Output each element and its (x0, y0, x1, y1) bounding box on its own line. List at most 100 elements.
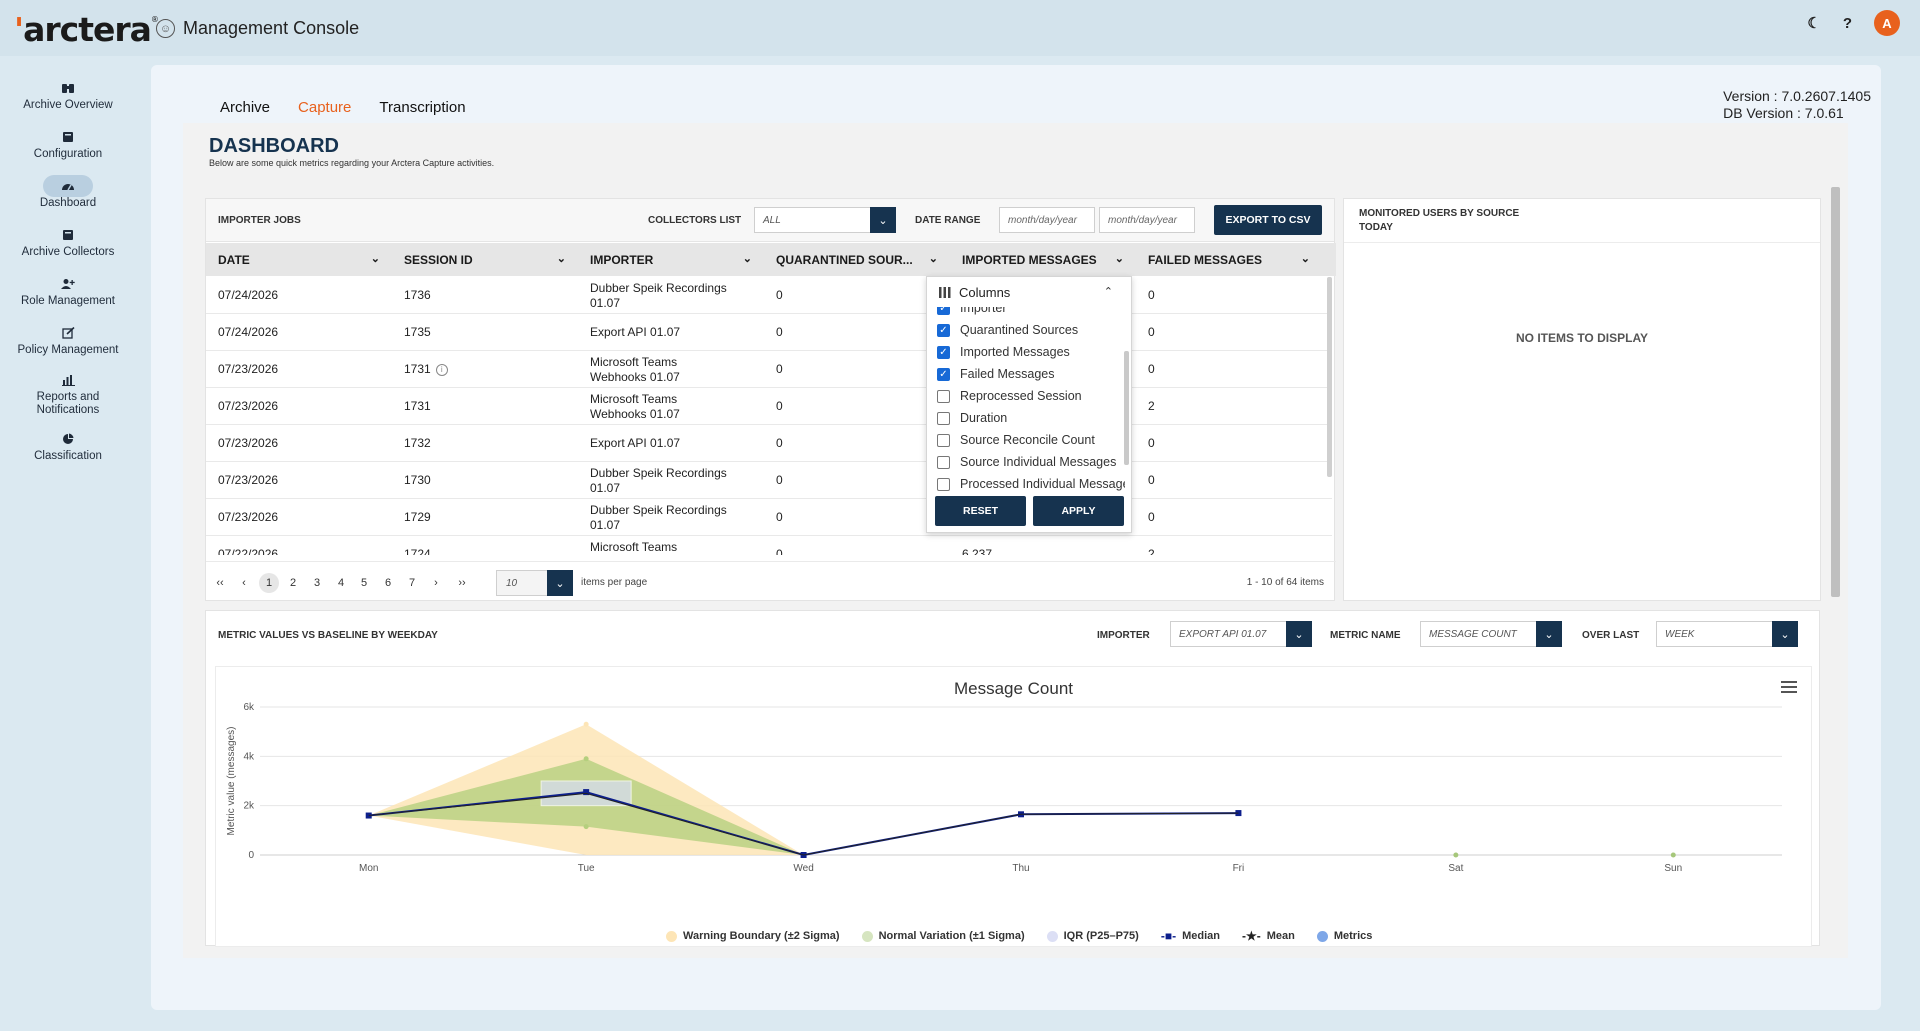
chevron-up-icon[interactable]: ⌃ (1104, 285, 1113, 298)
table-row[interactable]: 07/23/2026 1730 Dubber Speik Recordings … (206, 462, 1332, 499)
table-row[interactable]: 07/23/2026 1732 Export API 01.07 0 0 (206, 425, 1332, 462)
sidebar-item-role-management[interactable]: Role Management (0, 266, 136, 315)
export-csv-button[interactable]: EXPORT TO CSV (1214, 205, 1322, 235)
sidebar-item-policy-management[interactable]: Policy Management (0, 315, 136, 364)
cell-importer: Dubber Speik Recordings 01.07 (590, 502, 727, 532)
info-badge-icon[interactable]: i (435, 363, 448, 376)
column-header-failed[interactable]: FAILED MESSAGES ⌄ (1136, 243, 1322, 276)
checkbox-checked[interactable]: ✓ (937, 307, 950, 315)
column-header-label: IMPORTED MESSAGES (962, 253, 1097, 267)
page-7-button[interactable]: 7 (402, 573, 422, 593)
tab-transcription[interactable]: Transcription (365, 95, 479, 125)
sidebar-item-reports[interactable]: Reports and Notifications (0, 364, 136, 421)
legend-iqr[interactable]: IQR (P25–P75) (1046, 929, 1139, 943)
column-header-date[interactable]: DATE ⌄ (206, 243, 392, 276)
legend-normal-variation[interactable]: Normal Variation (±1 Sigma) (861, 929, 1025, 943)
column-option-reprocessed[interactable]: Reprocessed Session (937, 385, 1082, 407)
chevron-down-icon[interactable]: ⌄ (1301, 252, 1310, 265)
table-row[interactable]: 07/23/2026 1729 Dubber Speik Recordings … (206, 499, 1332, 536)
legend-label: Mean (1266, 930, 1295, 942)
checkbox-checked[interactable]: ✓ (937, 367, 950, 381)
chevron-down-icon[interactable]: ⌄ (371, 252, 380, 265)
cell-session-id: 1731 i (392, 351, 448, 388)
legend-mean[interactable]: -★- Mean (1242, 929, 1295, 943)
chevron-down-icon[interactable]: ⌄ (929, 252, 938, 265)
tab-capture[interactable]: Capture (284, 95, 366, 125)
prev-page-button[interactable]: ‹ (234, 573, 254, 593)
table-row[interactable]: 07/24/2026 1736 Dubber Speik Recordings … (206, 277, 1332, 314)
column-option-imported[interactable]: ✓ Imported Messages (937, 341, 1070, 363)
date-from-input[interactable]: month/day/year (999, 207, 1095, 233)
arctera-logo[interactable]: 'arctera® (14, 10, 159, 49)
page-4-button[interactable]: 4 (331, 573, 351, 593)
chevron-down-icon[interactable]: ⌄ (1772, 621, 1798, 647)
sidebar-item-dashboard[interactable]: Dashboard (0, 168, 136, 217)
user-avatar[interactable]: A (1874, 10, 1900, 36)
importer-jobs-title: IMPORTER JOBS (218, 215, 301, 226)
items-per-page-select[interactable]: 10 ⌄ (496, 570, 573, 596)
legend-metrics[interactable]: Metrics (1316, 929, 1372, 943)
legend-median[interactable]: -■- Median (1161, 929, 1220, 943)
column-option-duration[interactable]: Duration (937, 407, 1007, 429)
sidebar-item-configuration[interactable]: Configuration (0, 119, 136, 168)
bar-chart-icon (43, 369, 93, 391)
chevron-down-icon[interactable]: ⌄ (1115, 252, 1124, 265)
column-option-source-reconcile[interactable]: Source Reconcile Count (937, 429, 1095, 451)
column-header-quarantined[interactable]: QUARANTINED SOUR... ⌄ (764, 243, 950, 276)
checkbox-unchecked[interactable] (937, 477, 950, 491)
page-scrollbar[interactable] (1831, 187, 1840, 597)
table-scrollbar[interactable] (1327, 277, 1332, 477)
page-6-button[interactable]: 6 (378, 573, 398, 593)
first-page-button[interactable]: ‹‹ (210, 573, 230, 593)
column-header-importer[interactable]: IMPORTER ⌄ (578, 243, 764, 276)
moon-icon[interactable]: ☾ (1807, 14, 1820, 32)
chevron-down-icon[interactable]: ⌄ (743, 252, 752, 265)
chevron-down-icon[interactable]: ⌄ (547, 570, 573, 596)
page-3-button[interactable]: 3 (307, 573, 327, 593)
column-option-quarantined[interactable]: ✓ Quarantined Sources (937, 319, 1078, 341)
page-1-button[interactable]: 1 (259, 573, 279, 593)
monitored-users-title-line1: MONITORED USERS BY SOURCE (1359, 208, 1520, 219)
table-row[interactable]: 07/24/2026 1735 Export API 01.07 0 0 (206, 314, 1332, 351)
checkbox-checked[interactable]: ✓ (937, 345, 950, 359)
help-icon[interactable]: ? (1843, 15, 1852, 32)
column-header-session-id[interactable]: SESSION ID ⌄ (392, 243, 578, 276)
table-row[interactable]: 07/23/2026 1731 i Microsoft Teams Webhook… (206, 351, 1332, 388)
tab-archive[interactable]: Archive (206, 95, 284, 125)
page-2-button[interactable]: 2 (283, 573, 303, 593)
last-page-button[interactable]: ›› (452, 573, 472, 593)
checkbox-checked[interactable]: ✓ (937, 323, 950, 337)
checkbox-unchecked[interactable] (937, 455, 950, 469)
checkbox-unchecked[interactable] (937, 411, 950, 425)
collectors-select[interactable]: ALL ⌄ (754, 207, 896, 233)
metric-name-select[interactable]: MESSAGE COUNT ⌄ (1420, 621, 1562, 647)
legend-swatch (1316, 930, 1328, 942)
checkbox-unchecked[interactable] (937, 433, 950, 447)
column-header-imported[interactable]: IMPORTED MESSAGES ⌄ (950, 243, 1136, 276)
column-option-source-individual[interactable]: Source Individual Messages (937, 451, 1116, 473)
chevron-down-icon[interactable]: ⌄ (870, 207, 896, 233)
next-page-button[interactable]: › (426, 573, 446, 593)
chevron-down-icon[interactable]: ⌄ (1286, 621, 1312, 647)
sidebar-item-archive-overview[interactable]: Archive Overview (0, 70, 136, 119)
sidebar-item-archive-collectors[interactable]: Archive Collectors (0, 217, 136, 266)
columns-menu-scrollbar[interactable] (1124, 351, 1129, 465)
chevron-down-icon[interactable]: ⌄ (1536, 621, 1562, 647)
apply-button[interactable]: APPLY (1033, 496, 1124, 526)
page-5-button[interactable]: 5 (354, 573, 374, 593)
column-option-failed[interactable]: ✓ Failed Messages (937, 363, 1055, 385)
date-to-input[interactable]: month/day/year (1099, 207, 1195, 233)
chevron-down-icon[interactable]: ⌄ (557, 252, 566, 265)
column-option-processed-individual[interactable]: Processed Individual Messages (937, 473, 1125, 491)
importer-select[interactable]: EXPORT API 01.07 ⌄ (1170, 621, 1312, 647)
server-icon (43, 224, 93, 246)
table-row[interactable]: 07/22/2026 1724 Microsoft Teams Webhooks… (206, 536, 1332, 556)
columns-menu-header[interactable]: Columns (939, 285, 1010, 300)
table-row[interactable]: 07/23/2026 1731 Microsoft Teams Webhooks… (206, 388, 1332, 425)
column-option-importer[interactable]: ✓ Importer (937, 307, 1007, 319)
checkbox-unchecked[interactable] (937, 389, 950, 403)
over-last-select[interactable]: WEEK ⌄ (1656, 621, 1798, 647)
legend-warning-boundary[interactable]: Warning Boundary (±2 Sigma) (666, 929, 840, 943)
sidebar-item-classification[interactable]: Classification (0, 421, 136, 470)
reset-button[interactable]: RESET (935, 496, 1026, 526)
